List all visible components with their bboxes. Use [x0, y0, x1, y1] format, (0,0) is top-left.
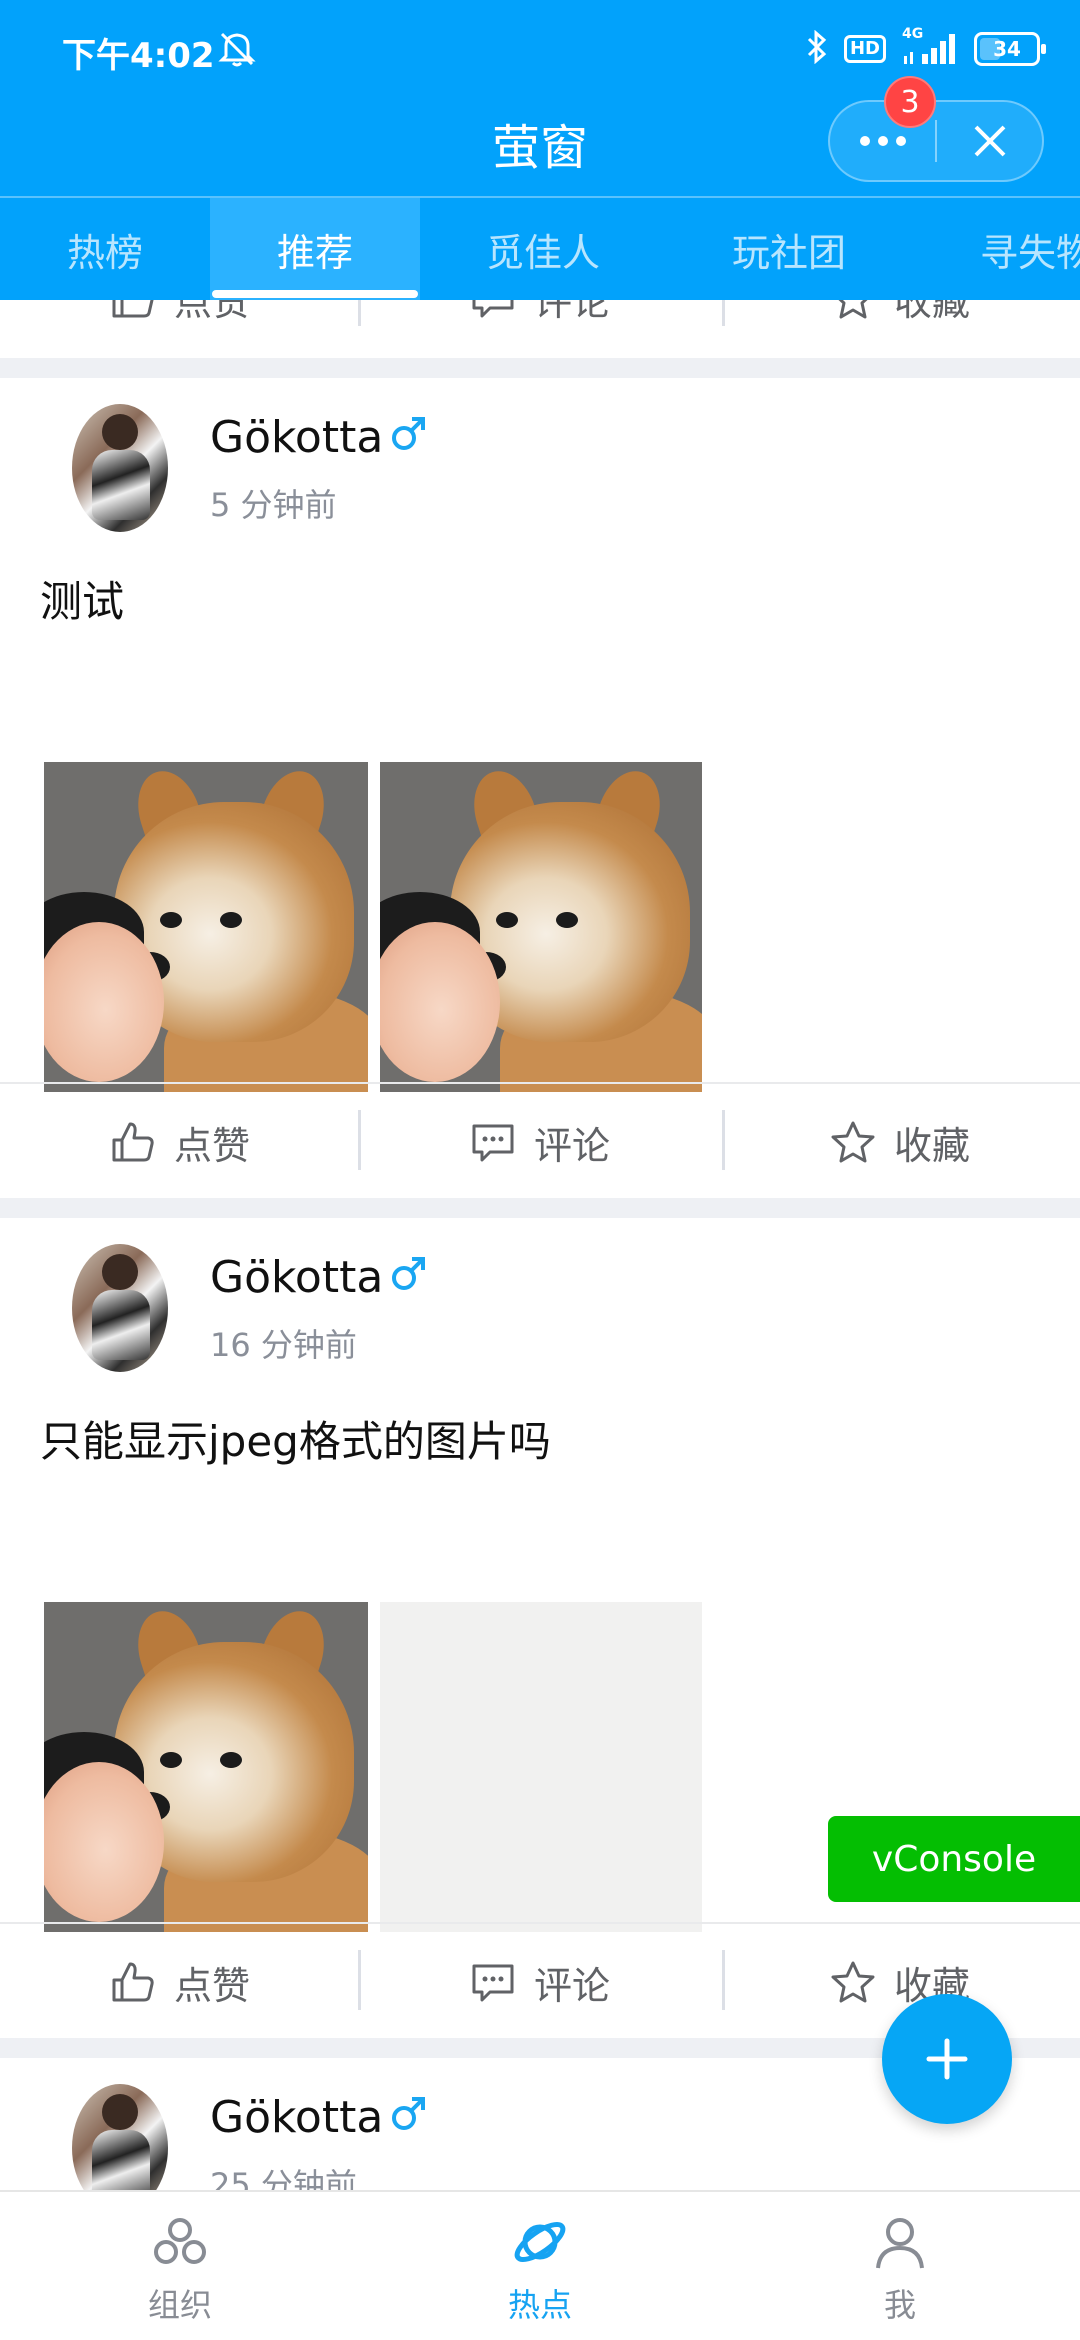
hd-badge: HD: [843, 35, 886, 63]
thumbs-up-icon: [112, 1962, 154, 2002]
post-card[interactable]: Gökotta 5 分钟前 测试: [0, 378, 1080, 1106]
nav-label: 热点: [507, 2286, 572, 2324]
like-label: 点赞: [173, 1123, 250, 1168]
mute-bell-icon: [218, 28, 256, 72]
comment-icon: [472, 1964, 514, 2002]
app-header: 下午4:02 HD 4G 34 萤窗 3 热榜 推荐 觅佳人 玩社团 寻失物: [0, 0, 1080, 300]
tab-lost-found[interactable]: 寻失物: [930, 198, 1080, 300]
like-button[interactable]: 点赞: [0, 1924, 360, 2040]
nav-label: 我: [883, 2286, 916, 2324]
post-separator: [0, 358, 1080, 378]
battery-level: 34: [993, 37, 1021, 61]
thumbs-up-icon: [112, 300, 154, 318]
post-actions-prev: 点赞 评论 收藏: [0, 300, 1080, 356]
user-icon: [876, 2218, 924, 2269]
avatar[interactable]: [72, 404, 168, 532]
male-gender-icon: [388, 2094, 428, 2138]
star-icon: [831, 1961, 875, 2003]
nav-item-me[interactable]: 我: [720, 2192, 1080, 2340]
signal-icon: 4G: [902, 26, 958, 66]
tab-active-indicator: [212, 290, 418, 298]
add-post-button[interactable]: [882, 1994, 1012, 2124]
post-separator: [0, 1198, 1080, 1218]
more-dots-icon: [859, 136, 906, 146]
notification-badge: 3: [884, 76, 936, 128]
bluetooth-icon: [806, 29, 828, 68]
post-time: 16 分钟前: [210, 1326, 357, 1364]
tab-hot[interactable]: 热榜: [0, 198, 210, 300]
close-icon: [974, 125, 1005, 157]
comment-button[interactable]: 评论: [360, 300, 720, 356]
post-image[interactable]: [44, 762, 368, 1092]
post-image-placeholder[interactable]: [380, 1602, 702, 1932]
comment-button[interactable]: 评论: [360, 1924, 720, 2040]
nav-item-organization[interactable]: 组织: [0, 2192, 360, 2340]
comment-label: 评论: [533, 1123, 610, 1168]
comment-icon: [472, 1124, 514, 1162]
miniprogram-capsule: [828, 100, 1044, 182]
status-icons: HD 4G 34: [806, 26, 1046, 68]
username[interactable]: Gökotta: [210, 1252, 383, 1303]
favorite-label: 收藏: [893, 1123, 970, 1168]
comment-icon: [472, 300, 514, 318]
vconsole-button[interactable]: vConsole: [828, 1816, 1080, 1902]
post-actions: 点赞 评论 收藏: [0, 1082, 1080, 1198]
post-feed[interactable]: 点赞 评论 收藏 Gökotta 5 分钟前 测试 点赞 评论 收藏 Gökot…: [0, 300, 1080, 2190]
tab-recommend[interactable]: 推荐: [210, 198, 420, 300]
like-button[interactable]: 点赞: [0, 300, 360, 356]
male-gender-icon: [388, 1254, 428, 1298]
tab-clubs[interactable]: 玩社团: [684, 198, 894, 300]
like-label: 点赞: [173, 300, 250, 324]
star-icon: [831, 1121, 875, 1163]
close-button[interactable]: [937, 102, 1042, 180]
group-icon: [154, 2218, 206, 2264]
like-label: 点赞: [173, 1963, 250, 2008]
post-time: 25 分钟前: [210, 2166, 357, 2190]
username[interactable]: Gökotta: [210, 412, 383, 463]
battery-icon: 34: [974, 32, 1046, 66]
comment-button[interactable]: 评论: [360, 1084, 720, 1200]
post-image[interactable]: [44, 1602, 368, 1932]
male-gender-icon: [388, 414, 428, 458]
avatar[interactable]: [72, 2084, 168, 2190]
post-text: 只能显示jpeg格式的图片吗: [40, 1417, 551, 1466]
like-button[interactable]: 点赞: [0, 1084, 360, 1200]
category-tabs: 热榜 推荐 觅佳人 玩社团 寻失物: [0, 196, 1080, 300]
nav-label: 组织: [147, 2286, 212, 2324]
favorite-label: 收藏: [893, 300, 970, 324]
nav-item-hot[interactable]: 热点: [360, 2192, 720, 2340]
post-time: 5 分钟前: [210, 486, 337, 524]
bottom-navigation: 组织 热点 我: [0, 2190, 1080, 2340]
status-time: 下午4:02: [62, 36, 215, 76]
post-image[interactable]: [380, 762, 702, 1092]
favorite-button[interactable]: 收藏: [720, 300, 1080, 356]
username[interactable]: Gökotta: [210, 2092, 383, 2143]
planet-icon: [514, 2221, 566, 2263]
star-icon: [838, 300, 868, 319]
favorite-button[interactable]: 收藏: [720, 1084, 1080, 1200]
avatar[interactable]: [72, 1244, 168, 1372]
thumbs-up-icon: [112, 1122, 154, 1162]
comment-label: 评论: [533, 300, 610, 324]
plus-icon: [926, 2038, 968, 2080]
comment-label: 评论: [533, 1963, 610, 2008]
post-text: 测试: [40, 577, 125, 626]
tab-find-partner[interactable]: 觅佳人: [438, 198, 648, 300]
